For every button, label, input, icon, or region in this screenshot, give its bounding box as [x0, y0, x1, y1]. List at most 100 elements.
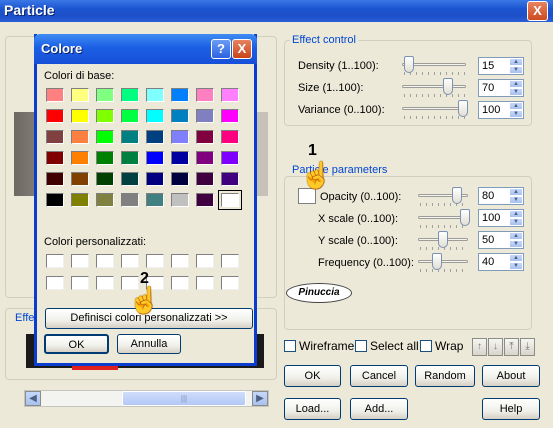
opacity-slider-thumb[interactable]: [452, 187, 462, 204]
wrap-checkbox[interactable]: [420, 340, 432, 352]
frequency-slider[interactable]: [418, 260, 468, 263]
color-swatch[interactable]: [46, 172, 64, 186]
wireframe-checkbox[interactable]: [284, 340, 296, 352]
color-swatch[interactable]: [121, 130, 139, 144]
color-swatch[interactable]: [121, 151, 139, 165]
color-swatch[interactable]: [196, 109, 214, 123]
custom-color-swatch[interactable]: [196, 254, 214, 268]
random-button[interactable]: Random: [415, 365, 475, 387]
color-swatch[interactable]: [96, 193, 114, 207]
size-slider-thumb[interactable]: [443, 78, 453, 95]
variance-down-button[interactable]: ▼: [509, 110, 523, 118]
y-scale-slider-thumb[interactable]: [438, 231, 448, 248]
custom-color-swatch[interactable]: [221, 254, 239, 268]
color-swatch[interactable]: [96, 151, 114, 165]
dialog-cancel-button[interactable]: Annulla: [117, 334, 181, 354]
custom-color-swatch[interactable]: [171, 254, 189, 268]
y-scale-spinbox[interactable]: 50 ▲ ▼: [478, 231, 524, 249]
x-scale-spinbox[interactable]: 100 ▲ ▼: [478, 209, 524, 227]
color-swatch[interactable]: [96, 172, 114, 186]
arrow-top-icon[interactable]: ⤒: [504, 338, 519, 356]
add-button[interactable]: Add...: [350, 398, 408, 420]
custom-color-swatch[interactable]: [171, 276, 189, 290]
density-down-button[interactable]: ▼: [509, 66, 523, 74]
color-swatch[interactable]: [146, 151, 164, 165]
custom-color-swatch[interactable]: [196, 276, 214, 290]
arrow-bottom-icon[interactable]: ⤓: [520, 338, 535, 356]
color-swatch[interactable]: [146, 193, 164, 207]
color-swatch[interactable]: [196, 130, 214, 144]
x-scale-up-button[interactable]: ▲: [509, 210, 523, 218]
scroll-right-button[interactable]: ▶: [252, 391, 268, 406]
size-spinbox[interactable]: 70 ▲ ▼: [478, 79, 524, 97]
color-swatch[interactable]: [121, 88, 139, 102]
custom-color-swatch[interactable]: [71, 254, 89, 268]
color-swatch[interactable]: [171, 88, 189, 102]
color-swatch[interactable]: [46, 130, 64, 144]
color-swatch[interactable]: [71, 172, 89, 186]
y-scale-up-button[interactable]: ▲: [509, 232, 523, 240]
color-swatch[interactable]: [71, 193, 89, 207]
custom-color-swatch[interactable]: [121, 254, 139, 268]
color-swatch[interactable]: [171, 130, 189, 144]
frequency-slider-thumb[interactable]: [432, 253, 442, 270]
scroll-thumb[interactable]: |||: [122, 391, 246, 406]
color-swatch[interactable]: [196, 88, 214, 102]
x-scale-down-button[interactable]: ▼: [509, 218, 523, 226]
color-swatch[interactable]: [146, 172, 164, 186]
variance-up-button[interactable]: ▲: [509, 102, 523, 110]
color-swatch[interactable]: [46, 193, 64, 207]
custom-color-swatch[interactable]: [221, 276, 239, 290]
color-swatch[interactable]: [121, 193, 139, 207]
color-swatch[interactable]: [218, 190, 242, 210]
frequency-down-button[interactable]: ▼: [509, 262, 523, 270]
color-swatch[interactable]: [96, 109, 114, 123]
help-button[interactable]: Help: [482, 398, 540, 420]
help-icon[interactable]: ?: [211, 39, 231, 59]
custom-color-swatch[interactable]: [96, 276, 114, 290]
arrow-down-icon[interactable]: ↓: [488, 338, 503, 356]
custom-color-swatch[interactable]: [96, 254, 114, 268]
scroll-left-button[interactable]: ◀: [25, 391, 41, 406]
color-swatch[interactable]: [221, 151, 239, 165]
color-swatch[interactable]: [221, 88, 239, 102]
color-swatch[interactable]: [171, 172, 189, 186]
custom-color-swatch[interactable]: [46, 254, 64, 268]
color-swatch[interactable]: [146, 109, 164, 123]
ok-button[interactable]: OK: [284, 365, 341, 387]
color-swatch[interactable]: [221, 109, 239, 123]
color-swatch[interactable]: [96, 88, 114, 102]
arrow-up-icon[interactable]: ↑: [472, 338, 487, 356]
frequency-up-button[interactable]: ▲: [509, 254, 523, 262]
main-close-button[interactable]: X: [527, 1, 548, 21]
color-swatch[interactable]: [71, 151, 89, 165]
color-swatch[interactable]: [196, 193, 214, 207]
color-swatch[interactable]: [46, 109, 64, 123]
frequency-spinbox[interactable]: 40 ▲ ▼: [478, 253, 524, 271]
size-down-button[interactable]: ▼: [509, 88, 523, 96]
variance-slider-thumb[interactable]: [458, 100, 468, 117]
select-all-checkbox[interactable]: [355, 340, 367, 352]
custom-color-swatch[interactable]: [71, 276, 89, 290]
color-swatch[interactable]: [96, 130, 114, 144]
density-spinbox[interactable]: 15 ▲ ▼: [478, 57, 524, 75]
opacity-down-button[interactable]: ▼: [509, 196, 523, 204]
color-swatch[interactable]: [71, 109, 89, 123]
custom-color-swatch[interactable]: [46, 276, 64, 290]
color-swatch[interactable]: [146, 88, 164, 102]
about-button[interactable]: About: [482, 365, 540, 387]
color-swatch[interactable]: [221, 130, 239, 144]
size-up-button[interactable]: ▲: [509, 80, 523, 88]
color-swatch[interactable]: [121, 109, 139, 123]
opacity-spinbox[interactable]: 80 ▲ ▼: [478, 187, 524, 205]
opacity-up-button[interactable]: ▲: [509, 188, 523, 196]
dialog-ok-button[interactable]: OK: [44, 334, 109, 354]
y-scale-down-button[interactable]: ▼: [509, 240, 523, 248]
x-scale-slider-thumb[interactable]: [460, 209, 470, 226]
color-swatch[interactable]: [146, 130, 164, 144]
color-swatch[interactable]: [121, 172, 139, 186]
density-slider-thumb[interactable]: [404, 56, 414, 73]
color-swatch[interactable]: [196, 151, 214, 165]
color-swatch[interactable]: [71, 88, 89, 102]
color-swatch[interactable]: [171, 151, 189, 165]
